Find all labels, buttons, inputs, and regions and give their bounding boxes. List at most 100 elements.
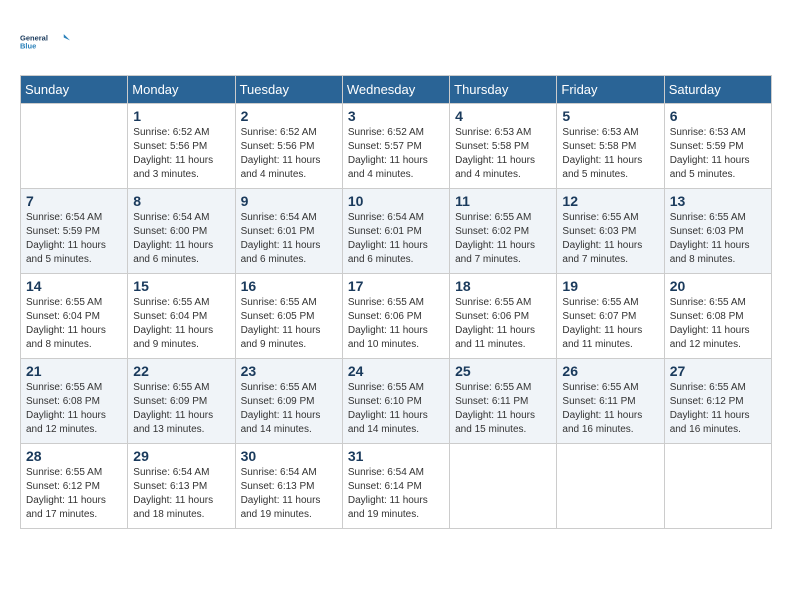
day-number: 5 bbox=[562, 108, 658, 124]
calendar-cell: 11Sunrise: 6:55 AMSunset: 6:02 PMDayligh… bbox=[450, 189, 557, 274]
day-number: 28 bbox=[26, 448, 122, 464]
header-cell-sunday: Sunday bbox=[21, 76, 128, 104]
calendar-cell bbox=[557, 444, 664, 529]
day-number: 1 bbox=[133, 108, 229, 124]
day-number: 29 bbox=[133, 448, 229, 464]
day-info: Sunrise: 6:55 AMSunset: 6:12 PMDaylight:… bbox=[26, 466, 122, 522]
calendar-cell: 31Sunrise: 6:54 AMSunset: 6:14 PMDayligh… bbox=[342, 444, 449, 529]
calendar-cell: 6Sunrise: 6:53 AMSunset: 5:59 PMDaylight… bbox=[664, 104, 771, 189]
day-number: 2 bbox=[241, 108, 337, 124]
day-number: 4 bbox=[455, 108, 551, 124]
day-info: Sunrise: 6:54 AMSunset: 6:01 PMDaylight:… bbox=[241, 211, 337, 267]
calendar-cell: 22 Sunrise: 6:55 AMSunset: 6:09 PMDayligh… bbox=[128, 359, 235, 444]
calendar-cell: 20 Sunrise: 6:55 AMSunset: 6:08 PMDayligh… bbox=[664, 274, 771, 359]
calendar-cell: 26 Sunrise: 6:55 AMSunset: 6:11 PMDayligh… bbox=[557, 359, 664, 444]
day-info: Sunrise: 6:55 AMSunset: 6:06 PMDaylight:… bbox=[348, 296, 444, 352]
calendar-cell bbox=[664, 444, 771, 529]
day-info: Sunrise: 6:52 AMSunset: 5:56 PMDaylight:… bbox=[133, 126, 229, 182]
day-info: Sunrise: 6:53 AMSunset: 5:58 PMDaylight:… bbox=[455, 126, 551, 182]
calendar-cell: 2 Sunrise: 6:52 AMSunset: 5:56 PMDaylight… bbox=[235, 104, 342, 189]
day-number: 14 bbox=[26, 278, 122, 294]
day-info: Sunrise: 6:55 AMSunset: 6:04 PMDaylight:… bbox=[133, 296, 229, 352]
calendar-cell: 24Sunrise: 6:55 AMSunset: 6:10 PMDayligh… bbox=[342, 359, 449, 444]
calendar-cell: 5 Sunrise: 6:53 AMSunset: 5:58 PMDaylight… bbox=[557, 104, 664, 189]
day-info: Sunrise: 6:55 AMSunset: 6:03 PMDaylight:… bbox=[670, 211, 766, 267]
calendar-cell bbox=[450, 444, 557, 529]
day-number: 11 bbox=[455, 193, 551, 209]
header-cell-monday: Monday bbox=[128, 76, 235, 104]
day-info: Sunrise: 6:54 AMSunset: 6:13 PMDaylight:… bbox=[241, 466, 337, 522]
header-cell-wednesday: Wednesday bbox=[342, 76, 449, 104]
week-row-3: 14 Sunrise: 6:55 AMSunset: 6:04 PMDayligh… bbox=[21, 274, 772, 359]
day-number: 7 bbox=[26, 193, 122, 209]
week-row-2: 7 Sunrise: 6:54 AMSunset: 5:59 PMDaylight… bbox=[21, 189, 772, 274]
day-info: Sunrise: 6:55 AMSunset: 6:07 PMDaylight:… bbox=[562, 296, 658, 352]
day-info: Sunrise: 6:53 AMSunset: 5:58 PMDaylight:… bbox=[562, 126, 658, 182]
day-info: Sunrise: 6:55 AMSunset: 6:09 PMDaylight:… bbox=[241, 381, 337, 437]
header-cell-saturday: Saturday bbox=[664, 76, 771, 104]
calendar-cell: 17 Sunrise: 6:55 AMSunset: 6:06 PMDayligh… bbox=[342, 274, 449, 359]
calendar-cell: 25 Sunrise: 6:55 AMSunset: 6:11 PMDayligh… bbox=[450, 359, 557, 444]
day-number: 25 bbox=[455, 363, 551, 379]
svg-text:Blue: Blue bbox=[20, 42, 36, 51]
page-header: General Blue bbox=[20, 20, 772, 65]
calendar-cell: 7 Sunrise: 6:54 AMSunset: 5:59 PMDaylight… bbox=[21, 189, 128, 274]
calendar-cell: 21Sunrise: 6:55 AMSunset: 6:08 PMDayligh… bbox=[21, 359, 128, 444]
header-cell-tuesday: Tuesday bbox=[235, 76, 342, 104]
calendar-cell: 13 Sunrise: 6:55 AMSunset: 6:03 PMDayligh… bbox=[664, 189, 771, 274]
calendar-cell: 15 Sunrise: 6:55 AMSunset: 6:04 PMDayligh… bbox=[128, 274, 235, 359]
day-number: 3 bbox=[348, 108, 444, 124]
day-number: 19 bbox=[562, 278, 658, 294]
day-number: 31 bbox=[348, 448, 444, 464]
day-number: 13 bbox=[670, 193, 766, 209]
day-number: 20 bbox=[670, 278, 766, 294]
calendar-cell: 1 Sunrise: 6:52 AMSunset: 5:56 PMDaylight… bbox=[128, 104, 235, 189]
day-info: Sunrise: 6:54 AMSunset: 5:59 PMDaylight:… bbox=[26, 211, 122, 267]
day-info: Sunrise: 6:55 AMSunset: 6:03 PMDaylight:… bbox=[562, 211, 658, 267]
day-info: Sunrise: 6:55 AMSunset: 6:09 PMDaylight:… bbox=[133, 381, 229, 437]
calendar-cell bbox=[21, 104, 128, 189]
day-info: Sunrise: 6:55 AMSunset: 6:12 PMDaylight:… bbox=[670, 381, 766, 437]
day-info: Sunrise: 6:52 AMSunset: 5:56 PMDaylight:… bbox=[241, 126, 337, 182]
day-info: Sunrise: 6:54 AMSunset: 6:13 PMDaylight:… bbox=[133, 466, 229, 522]
calendar-cell: 28 Sunrise: 6:55 AMSunset: 6:12 PMDayligh… bbox=[21, 444, 128, 529]
logo-svg: General Blue bbox=[20, 20, 70, 65]
day-number: 17 bbox=[348, 278, 444, 294]
week-row-1: 1 Sunrise: 6:52 AMSunset: 5:56 PMDaylight… bbox=[21, 104, 772, 189]
day-info: Sunrise: 6:55 AMSunset: 6:08 PMDaylight:… bbox=[670, 296, 766, 352]
week-row-4: 21Sunrise: 6:55 AMSunset: 6:08 PMDayligh… bbox=[21, 359, 772, 444]
calendar-cell: 12Sunrise: 6:55 AMSunset: 6:03 PMDayligh… bbox=[557, 189, 664, 274]
header-row: SundayMondayTuesdayWednesdayThursdayFrid… bbox=[21, 76, 772, 104]
day-number: 18 bbox=[455, 278, 551, 294]
day-info: Sunrise: 6:55 AMSunset: 6:10 PMDaylight:… bbox=[348, 381, 444, 437]
svg-text:General: General bbox=[20, 33, 48, 42]
day-info: Sunrise: 6:55 AMSunset: 6:08 PMDaylight:… bbox=[26, 381, 122, 437]
header-cell-thursday: Thursday bbox=[450, 76, 557, 104]
day-number: 8 bbox=[133, 193, 229, 209]
day-info: Sunrise: 6:55 AMSunset: 6:05 PMDaylight:… bbox=[241, 296, 337, 352]
day-number: 9 bbox=[241, 193, 337, 209]
day-info: Sunrise: 6:55 AMSunset: 6:11 PMDaylight:… bbox=[562, 381, 658, 437]
day-number: 30 bbox=[241, 448, 337, 464]
calendar-cell: 19 Sunrise: 6:55 AMSunset: 6:07 PMDayligh… bbox=[557, 274, 664, 359]
day-number: 23 bbox=[241, 363, 337, 379]
day-number: 15 bbox=[133, 278, 229, 294]
calendar-cell: 27Sunrise: 6:55 AMSunset: 6:12 PMDayligh… bbox=[664, 359, 771, 444]
day-number: 10 bbox=[348, 193, 444, 209]
day-info: Sunrise: 6:55 AMSunset: 6:04 PMDaylight:… bbox=[26, 296, 122, 352]
logo: General Blue bbox=[20, 20, 70, 65]
day-number: 26 bbox=[562, 363, 658, 379]
day-info: Sunrise: 6:55 AMSunset: 6:11 PMDaylight:… bbox=[455, 381, 551, 437]
calendar-cell: 14 Sunrise: 6:55 AMSunset: 6:04 PMDayligh… bbox=[21, 274, 128, 359]
calendar-cell: 3 Sunrise: 6:52 AMSunset: 5:57 PMDaylight… bbox=[342, 104, 449, 189]
day-info: Sunrise: 6:53 AMSunset: 5:59 PMDaylight:… bbox=[670, 126, 766, 182]
calendar-table: SundayMondayTuesdayWednesdayThursdayFrid… bbox=[20, 75, 772, 529]
calendar-cell: 9 Sunrise: 6:54 AMSunset: 6:01 PMDaylight… bbox=[235, 189, 342, 274]
calendar-cell: 23 Sunrise: 6:55 AMSunset: 6:09 PMDayligh… bbox=[235, 359, 342, 444]
day-number: 22 bbox=[133, 363, 229, 379]
calendar-cell: 30 Sunrise: 6:54 AMSunset: 6:13 PMDayligh… bbox=[235, 444, 342, 529]
calendar-cell: 8Sunrise: 6:54 AMSunset: 6:00 PMDaylight… bbox=[128, 189, 235, 274]
day-info: Sunrise: 6:52 AMSunset: 5:57 PMDaylight:… bbox=[348, 126, 444, 182]
week-row-5: 28 Sunrise: 6:55 AMSunset: 6:12 PMDayligh… bbox=[21, 444, 772, 529]
day-number: 16 bbox=[241, 278, 337, 294]
